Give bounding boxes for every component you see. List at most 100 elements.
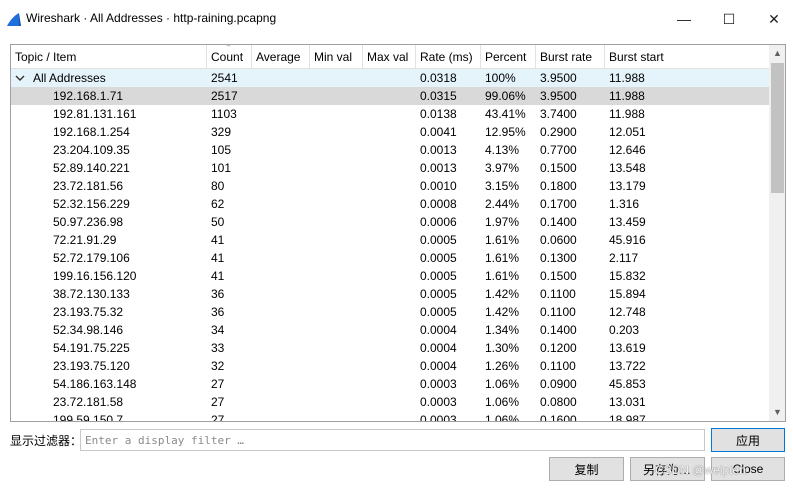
table-row[interactable]: 54.186.163.148 27 0.0003 1.06% 0.0900 45.853 [11,375,769,393]
burst-rate-cell: 0.1600 [540,413,577,422]
topic-cell: 52.89.140.221 [53,161,130,175]
percent-cell: 4.13% [485,143,520,157]
count-cell: 1103 [211,107,237,121]
burst-start-cell: 15.832 [609,269,646,283]
rate-cell: 0.0315 [420,89,457,103]
rate-cell: 0.0005 [420,251,457,265]
count-cell: 36 [211,287,225,301]
burst-start-cell: 13.179 [609,179,646,193]
scrollbar-thumb[interactable] [771,63,784,193]
count-cell: 33 [211,341,225,355]
table-row[interactable]: 52.72.179.106 41 0.0005 1.61% 0.1300 2.117 [11,249,769,267]
column-header-min-val[interactable]: Min val [310,45,363,69]
column-header-average[interactable]: Average [252,45,310,69]
burst-start-cell: 15.894 [609,287,646,301]
table-row[interactable]: 23.72.181.58 27 0.0003 1.06% 0.0800 13.031 [11,393,769,411]
burst-start-cell: 45.853 [609,377,646,391]
burst-rate-cell: 0.1500 [540,161,577,175]
table-row[interactable]: 52.89.140.221 101 0.0013 3.97% 0.1500 13.548 [11,159,769,177]
topic-cell: 199.16.156.120 [53,269,137,283]
minimize-icon: — [677,11,691,27]
count-cell: 105 [211,143,232,157]
percent-cell: 43.41% [485,107,526,121]
table-body: All Addresses 2541 0.0318 100% 3.9500 11… [11,69,769,422]
table-row[interactable]: 199.59.150.7 27 0.0003 1.06% 0.1600 18.987 [11,411,769,422]
burst-rate-cell: 0.1300 [540,251,577,265]
title-bar: Wireshark · All Addresses · http-raining… [0,0,793,38]
percent-cell: 1.06% [485,395,520,409]
count-cell: 36 [211,305,225,319]
rate-cell: 0.0005 [420,287,457,301]
column-header-burst-start[interactable]: Burst start [605,45,769,69]
topic-cell: 52.72.179.106 [53,251,130,265]
column-header-rate[interactable]: Rate (ms) [416,45,481,69]
column-header-burst-rate[interactable]: Burst rate [536,45,605,69]
count-cell: 329 [211,125,232,139]
table-row[interactable]: 199.16.156.120 41 0.0005 1.61% 0.1500 15.832 [11,267,769,285]
close-window-button[interactable]: ✕ [751,0,793,38]
burst-rate-cell: 0.1800 [540,179,577,193]
vertical-scrollbar[interactable]: ▲ ▼ [769,45,785,421]
copy-button[interactable]: 复制 [549,457,624,481]
percent-cell: 1.42% [485,305,520,319]
table-row[interactable]: 192.81.131.161 1103 0.0138 43.41% 3.7400 11.9… [11,105,769,123]
percent-cell: 3.97% [485,161,520,175]
percent-cell: 3.15% [485,179,520,193]
maximize-button[interactable]: ☐ [706,0,752,38]
percent-cell: 12.95% [485,125,526,139]
percent-cell: 2.44% [485,197,520,211]
table-row[interactable]: 192.168.1.254 329 0.0041 12.95% 0.2900 12.051 [11,123,769,141]
table-row[interactable]: 50.97.236.98 50 0.0006 1.97% 0.1400 13.459 [11,213,769,231]
percent-cell: 1.06% [485,413,520,422]
burst-rate-cell: 0.0600 [540,233,577,247]
rate-cell: 0.0008 [420,197,457,211]
rate-cell: 0.0004 [420,323,457,337]
count-cell: 2517 [211,89,238,103]
table-row-parent[interactable]: All Addresses 2541 0.0318 100% 3.9500 11… [11,69,769,87]
count-cell: 41 [211,251,225,265]
apply-button[interactable]: 应用 [711,428,785,452]
table-row[interactable]: 23.193.75.120 32 0.0004 1.26% 0.1100 13.722 [11,357,769,375]
count-cell: 80 [211,179,225,193]
column-header-max-val[interactable]: Max val [363,45,416,69]
table-row[interactable]: 72.21.91.29 41 0.0005 1.61% 0.0600 45.916 [11,231,769,249]
table-row[interactable]: 23.193.75.32 36 0.0005 1.42% 0.1100 12.748 [11,303,769,321]
topic-cell: 54.186.163.148 [53,377,137,391]
table-row[interactable]: 23.72.181.56 80 0.0010 3.15% 0.1800 13.179 [11,177,769,195]
table-row[interactable]: 192.168.1.71 2517 0.0315 99.06% 3.9500 11.988 [11,87,769,105]
count-cell: 62 [211,197,225,211]
burst-start-cell: 45.916 [609,233,646,247]
rate-cell: 0.0003 [420,395,457,409]
triangle-up-icon[interactable]: ▲ [769,45,785,62]
rate-cell: 0.0004 [420,359,457,373]
percent-cell: 1.42% [485,287,520,301]
column-header-topic[interactable]: Topic / Item [11,45,207,69]
rate-cell: 0.0005 [420,233,457,247]
table-row[interactable]: 52.32.156.229 62 0.0008 2.44% 0.1700 1.316 [11,195,769,213]
triangle-down-icon[interactable]: ▼ [769,404,785,421]
count-cell: 41 [211,233,225,247]
percent-cell: 1.30% [485,341,520,355]
minimize-button[interactable]: — [661,0,707,38]
column-header-percent[interactable]: Percent [481,45,536,69]
burst-start-cell: 1.316 [609,197,640,211]
topic-cell: 23.193.75.120 [53,359,130,373]
percent-cell: 1.06% [485,377,520,391]
burst-rate-cell: 3.7400 [540,107,577,121]
rate-cell: 0.0006 [420,215,457,229]
count-cell: 2541 [211,71,238,85]
table-row[interactable]: 23.204.109.35 105 0.0013 4.13% 0.7700 12.646 [11,141,769,159]
table-row[interactable]: 52.34.98.146 34 0.0004 1.34% 0.1400 0.203 [11,321,769,339]
statistics-tree-table[interactable]: Topic / Item ﹀ Count Average Min val Max… [10,44,786,422]
display-filter-input[interactable] [80,429,705,451]
percent-cell: 99.06% [485,89,526,103]
column-header-count[interactable]: Count [207,45,252,69]
count-cell: 101 [211,161,232,175]
burst-rate-cell: 0.1100 [540,359,576,373]
table-row[interactable]: 38.72.130.133 36 0.0005 1.42% 0.1100 15.894 [11,285,769,303]
percent-cell: 1.34% [485,323,520,337]
wireshark-fin-icon [7,13,21,26]
table-row[interactable]: 54.191.75.225 33 0.0004 1.30% 0.1200 13.619 [11,339,769,357]
topic-cell: 23.72.181.56 [53,179,124,193]
count-cell: 34 [211,323,225,337]
